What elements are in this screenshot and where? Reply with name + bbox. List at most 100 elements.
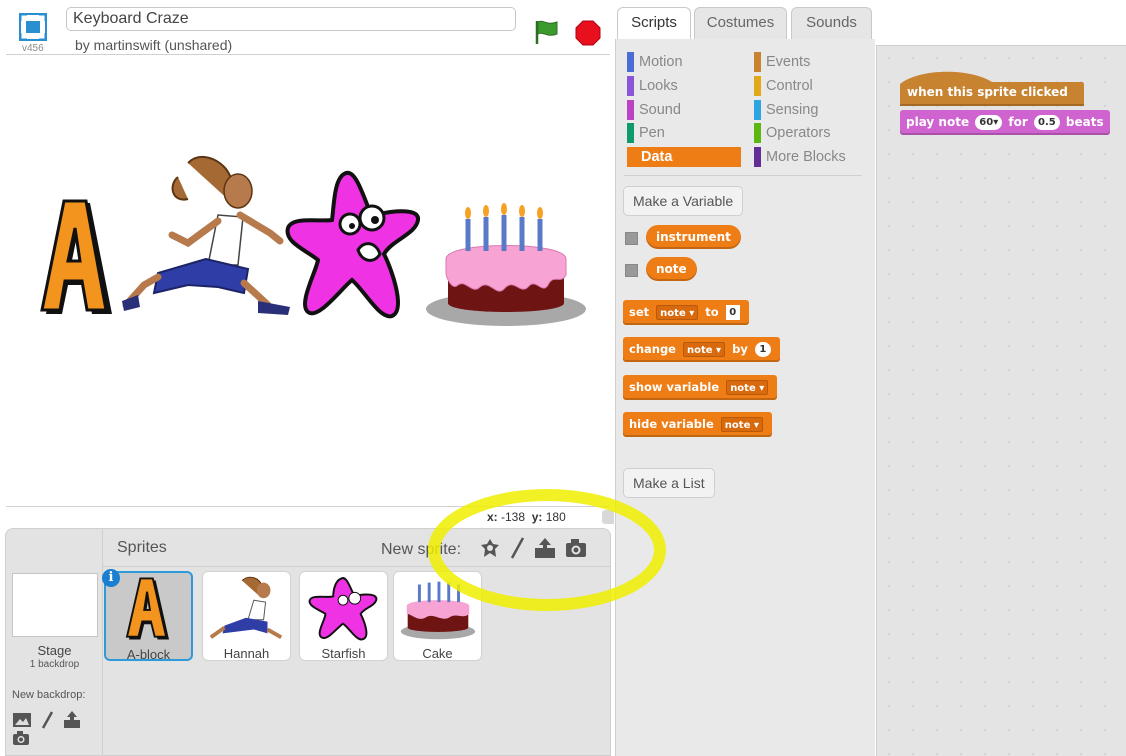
category-motion[interactable]: Motion	[627, 52, 683, 72]
sprites-title: Sprites	[117, 539, 167, 556]
variable-reporter-instrument[interactable]: instrument	[646, 225, 741, 249]
dropdown-value: note	[730, 383, 756, 394]
variable-reporter-note[interactable]: note	[646, 257, 697, 281]
green-flag-icon[interactable]	[533, 19, 559, 45]
variable-checkbox-instrument[interactable]	[625, 232, 638, 245]
backdrop-count: 1 backdrop	[29, 659, 80, 670]
stage-thumbnail[interactable]	[12, 573, 98, 637]
version-label: v456	[22, 43, 44, 54]
cake-sprite[interactable]	[424, 199, 586, 329]
a-block-sprite[interactable]	[38, 199, 116, 317]
category-more-blocks[interactable]: More Blocks	[754, 147, 846, 167]
play-note-block[interactable]: play note 60▾ for 0.5 beats	[900, 110, 1110, 135]
category-pen[interactable]: Pen	[627, 123, 665, 143]
sprite-tile-cake[interactable]: Cake	[393, 571, 482, 661]
category-label: More Blocks	[766, 149, 846, 165]
variable-dropdown[interactable]: note ▾	[683, 342, 726, 357]
show-variable-block[interactable]: show variable note ▾	[623, 375, 778, 400]
variable-dropdown[interactable]: note ▾	[656, 305, 699, 320]
category-sensing[interactable]: Sensing	[754, 100, 818, 120]
make-variable-button[interactable]: Make a Variable	[623, 186, 744, 216]
category-label: Events	[766, 54, 811, 70]
sprite-name: Cake	[422, 646, 453, 661]
camera-icon[interactable]	[565, 538, 587, 558]
sprite-name: A-block	[126, 647, 171, 662]
hannah-thumbnail	[209, 576, 283, 640]
cake-thumbnail	[400, 581, 476, 640]
x-label: x:	[487, 510, 498, 524]
project-title-input[interactable]: Keyboard Craze	[66, 7, 516, 31]
block-text: change	[629, 342, 676, 356]
category-data[interactable]: Data	[627, 147, 741, 167]
a-block-thumbnail	[125, 577, 170, 640]
paint-brush-icon[interactable]	[510, 537, 525, 559]
new-sprite-label: New sprite:	[381, 541, 462, 558]
beats-input[interactable]: 0.5	[1034, 115, 1060, 130]
note-input[interactable]: 60▾	[975, 115, 1003, 130]
sprite-pane: Stage 1 backdrop New backdrop: Sprites N…	[5, 528, 611, 756]
mouse-coordinates: x: -138 y: 180	[487, 510, 566, 524]
dropdown-value: note	[660, 308, 686, 319]
stage-canvas[interactable]	[6, 54, 610, 507]
sprite-tile-starfish[interactable]: Starfish	[299, 571, 388, 661]
sprite-library-icon[interactable]	[479, 537, 501, 559]
starfish-sprite[interactable]	[284, 170, 424, 322]
tab-costumes[interactable]: Costumes	[694, 7, 787, 39]
category-label: Data	[641, 149, 673, 165]
change-variable-block[interactable]: change note ▾ by 1	[623, 337, 780, 362]
category-label: Sound	[639, 102, 681, 118]
block-text: hide variable	[629, 417, 714, 431]
set-variable-block[interactable]: set note ▾ to 0	[623, 300, 749, 325]
tab-scripts[interactable]: Scripts	[617, 7, 691, 40]
starfish-thumbnail	[308, 577, 378, 641]
make-list-button[interactable]: Make a List	[623, 468, 715, 498]
block-text: by	[732, 342, 748, 356]
y-label: y:	[531, 510, 543, 524]
project-byline: by martinswift (unshared)	[75, 37, 233, 53]
block-text: for	[1008, 115, 1028, 129]
block-text: beats	[1065, 115, 1104, 129]
category-label: Looks	[639, 78, 678, 94]
value-input[interactable]: 1	[754, 342, 771, 357]
category-label: Operators	[766, 125, 831, 141]
category-sound[interactable]: Sound	[627, 100, 681, 120]
x-value: -138	[501, 510, 526, 524]
category-label: Sensing	[766, 102, 819, 118]
sprite-name: Hannah	[223, 646, 270, 661]
block-text: play note	[906, 115, 970, 129]
stage-label: Stage	[37, 643, 72, 658]
fullscreen-icon[interactable]	[19, 13, 47, 41]
sprites-header: Sprites New sprite:	[103, 529, 610, 567]
backdrop-library-icon[interactable]	[12, 712, 32, 728]
block-text: show variable	[629, 380, 720, 394]
new-backdrop-icons	[12, 711, 102, 745]
paint-brush-icon[interactable]	[41, 711, 54, 729]
camera-icon[interactable]	[12, 730, 30, 746]
script-area[interactable]	[876, 45, 1126, 756]
dropdown-value: note	[724, 420, 751, 431]
new-sprite-icons	[479, 537, 592, 559]
category-events[interactable]: Events	[754, 52, 810, 72]
value-input[interactable]: 0	[725, 305, 740, 320]
sprite-tile-a-block[interactable]: i A-block	[102, 569, 193, 662]
variable-checkbox-note[interactable]	[625, 264, 638, 277]
stage-collapse-handle[interactable]	[602, 510, 614, 524]
upload-icon[interactable]	[63, 711, 81, 729]
hat-block-label: when this sprite clicked	[907, 85, 1068, 99]
tab-sounds[interactable]: Sounds	[791, 7, 872, 39]
hide-variable-block[interactable]: hide variable note ▾	[623, 412, 772, 437]
category-control[interactable]: Control	[754, 76, 813, 96]
category-label: Pen	[639, 125, 665, 141]
variable-dropdown[interactable]: note ▾	[726, 380, 769, 395]
category-operators[interactable]: Operators	[754, 123, 830, 143]
block-text: set	[629, 305, 650, 319]
category-looks[interactable]: Looks	[627, 76, 678, 96]
stop-icon[interactable]	[575, 20, 601, 46]
category-label: Control	[766, 78, 813, 94]
variable-dropdown[interactable]: note ▾	[720, 417, 763, 432]
hannah-sprite[interactable]	[118, 155, 293, 320]
new-backdrop-label: New backdrop:	[12, 689, 86, 701]
stage-header: v456 Keyboard Craze by martinswift (unsh…	[0, 0, 612, 54]
upload-icon[interactable]	[534, 537, 556, 559]
sprite-tile-hannah[interactable]: Hannah	[202, 571, 291, 661]
